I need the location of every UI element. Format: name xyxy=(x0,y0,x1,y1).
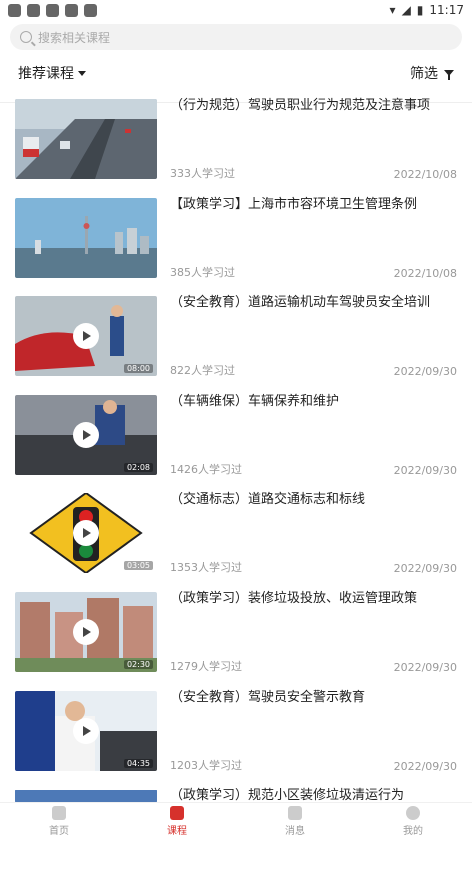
course-date: 2022/09/30 xyxy=(393,365,457,378)
tab-home[interactable]: 首页 xyxy=(0,803,118,839)
play-icon[interactable] xyxy=(73,619,99,645)
course-title: （车辆维保）车辆保养和维护 xyxy=(170,394,340,409)
course-thumbnail: 03:05 xyxy=(15,493,157,573)
course-thumbnail xyxy=(15,99,157,179)
course-thumbnail: 02:08 xyxy=(15,395,157,475)
wifi-icon: ▾ xyxy=(389,3,396,17)
course-item[interactable]: 08:00 （安全教育）道路运输机动车驾驶员安全培训 822人学习过 2022/… xyxy=(0,295,472,378)
duration-badge: 03:05 xyxy=(123,561,153,570)
course-views: 1203人学习过 xyxy=(170,759,242,772)
sort-label: 推荐课程 xyxy=(18,66,74,82)
status-bar: ▾ ◢ ▮ 11:17 xyxy=(0,0,472,20)
duration-badge: 08:00 xyxy=(123,364,153,373)
search-icon xyxy=(20,31,32,43)
course-item[interactable]: 04:35 （安全教育）驾驶员安全警示教育 1203人学习过 2022/09/3… xyxy=(0,690,472,773)
sort-dropdown[interactable]: 推荐课程 xyxy=(18,63,86,83)
battery-icon: ▮ xyxy=(416,3,424,17)
course-thumbnail: 02:30 xyxy=(15,592,157,672)
tab-label: 我的 xyxy=(403,825,423,837)
course-date: 2022/09/30 xyxy=(393,562,457,575)
course-date: 2022/09/30 xyxy=(393,661,457,674)
course-thumbnail xyxy=(15,198,157,278)
play-icon[interactable] xyxy=(73,323,99,349)
funnel-icon xyxy=(444,70,454,80)
filter-bar: 推荐课程 筛选 xyxy=(0,54,472,92)
course-date: 2022/10/08 xyxy=(393,168,457,181)
profile-icon xyxy=(406,805,420,820)
course-views: 1353人学习过 xyxy=(170,561,242,574)
tab-messages[interactable]: 消息 xyxy=(236,803,354,839)
course-item[interactable]: 02:30 （政策学习）装修垃圾投放、收运管理政策 1279人学习过 2022/… xyxy=(0,591,472,674)
caret-down-icon xyxy=(78,70,86,76)
signal-icon: ◢ xyxy=(401,3,411,17)
course-date: 2022/09/30 xyxy=(393,760,457,773)
notification-icon xyxy=(8,3,21,17)
tab-courses[interactable]: 课程 xyxy=(118,803,236,839)
course-views: 385人学习过 xyxy=(170,266,235,279)
tab-label: 课程 xyxy=(167,825,187,837)
filter-button[interactable]: 筛选 xyxy=(410,63,454,83)
course-views: 333人学习过 xyxy=(170,167,235,180)
notification-icon xyxy=(46,3,59,17)
duration-badge: 04:35 xyxy=(123,759,153,768)
course-views: 1279人学习过 xyxy=(170,660,242,673)
course-views: 1426人学习过 xyxy=(170,463,242,476)
course-views: 822人学习过 xyxy=(170,364,235,377)
message-icon xyxy=(288,805,302,820)
notification-icon xyxy=(27,3,40,17)
app-icon xyxy=(84,3,97,17)
course-thumbnail: 08:00 xyxy=(15,296,157,376)
course-title: （交通标志）道路交通标志和标线 xyxy=(170,492,366,507)
course-thumbnail: 04:35 xyxy=(15,691,157,771)
search-placeholder: 搜索相关课程 xyxy=(38,30,111,45)
course-title: 【政策学习】上海市市容环境卫生管理条例 xyxy=(170,197,418,212)
course-item[interactable]: 02:08 （车辆维保）车辆保养和维护 1426人学习过 2022/09/30 xyxy=(0,394,472,477)
course-date: 2022/10/08 xyxy=(393,267,457,280)
clock-time: 11:17 xyxy=(429,3,464,17)
course-icon xyxy=(170,805,184,820)
duration-badge: 02:08 xyxy=(123,463,153,472)
course-thumbnail xyxy=(15,789,157,803)
filter-label: 筛选 xyxy=(410,66,438,82)
image-icon xyxy=(65,3,78,17)
tab-profile[interactable]: 我的 xyxy=(354,803,472,839)
play-icon[interactable] xyxy=(73,718,99,744)
duration-badge: 02:30 xyxy=(123,660,153,669)
course-title: （安全教育）道路运输机动车驾驶员安全培训 xyxy=(170,295,431,310)
bottom-tab-bar: 首页 课程 消息 我的 xyxy=(0,802,472,839)
tab-label: 首页 xyxy=(49,825,69,837)
course-item[interactable]: （行为规范）驾驶员职业行为规范及注意事项 333人学习过 2022/10/08 xyxy=(0,98,472,181)
tab-label: 消息 xyxy=(285,825,305,837)
home-icon xyxy=(52,805,66,820)
play-icon[interactable] xyxy=(73,520,99,546)
search-input[interactable]: 搜索相关课程 xyxy=(10,24,462,50)
course-item[interactable]: 【政策学习】上海市市容环境卫生管理条例 385人学习过 2022/10/08 xyxy=(0,197,472,280)
course-title: （政策学习）装修垃圾投放、收运管理政策 xyxy=(170,591,418,606)
course-item[interactable]: 03:05 （交通标志）道路交通标志和标线 1353人学习过 2022/09/3… xyxy=(0,492,472,575)
course-title: （行为规范）驾驶员职业行为规范及注意事项 xyxy=(170,98,431,113)
play-icon[interactable] xyxy=(73,422,99,448)
course-date: 2022/09/30 xyxy=(393,464,457,477)
course-title: （安全教育）驾驶员安全警示教育 xyxy=(170,690,366,705)
